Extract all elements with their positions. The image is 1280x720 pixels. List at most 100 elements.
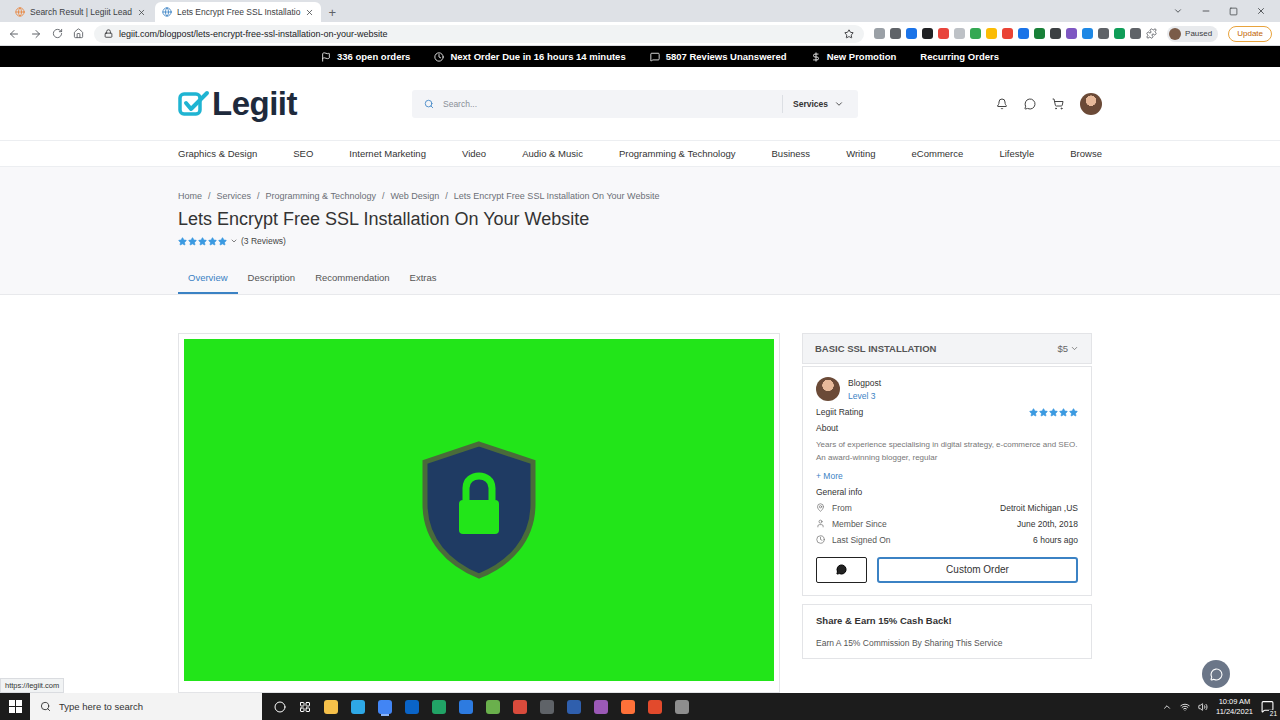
breadcrumb-item[interactable]: Programming & Technology [266, 191, 376, 201]
services-select[interactable]: Services [782, 95, 858, 113]
category-item[interactable]: eCommerce [912, 148, 964, 159]
extension-icon[interactable] [1050, 28, 1061, 39]
category-item[interactable]: Video [462, 148, 486, 159]
minimize-icon[interactable] [1201, 6, 1211, 16]
logo[interactable]: Legiit [178, 85, 412, 123]
category-item[interactable]: Audio & Music [522, 148, 583, 159]
address-bar[interactable]: legiit.com/blogpost/lets-encrypt-free-ss… [94, 25, 864, 43]
extension-icon[interactable] [922, 28, 933, 39]
browser-tab[interactable]: Search Result | Legiit Lead [8, 2, 153, 22]
category-item[interactable]: Browse [1070, 148, 1102, 159]
top-bar-item[interactable]: 336 open orders [321, 51, 410, 62]
reload-icon[interactable] [52, 28, 63, 39]
extension-icon[interactable] [1018, 28, 1029, 39]
puzzle-icon[interactable] [1146, 28, 1157, 39]
user-avatar[interactable] [1080, 93, 1102, 115]
bookmark-icon[interactable] [844, 29, 854, 39]
service-tab[interactable]: Description [238, 266, 306, 294]
category-item[interactable]: Lifestyle [999, 148, 1034, 159]
extension-icon[interactable] [1002, 28, 1013, 39]
extension-icon[interactable] [1130, 28, 1141, 39]
extension-icon[interactable] [890, 28, 901, 39]
bell-icon[interactable] [996, 98, 1008, 110]
chat-icon[interactable] [1024, 98, 1036, 110]
custom-order-button[interactable]: Custom Order [877, 557, 1078, 583]
service-tab[interactable]: Overview [178, 266, 238, 294]
extension-icon[interactable] [938, 28, 949, 39]
taskbar-app-icon[interactable] [648, 700, 662, 714]
category-item[interactable]: Graphics & Design [178, 148, 257, 159]
clock[interactable]: 10:09 AM11/24/2021 [1216, 697, 1253, 716]
star-icon [198, 237, 207, 246]
category-item[interactable]: Writing [846, 148, 875, 159]
breadcrumb-item[interactable]: Services [217, 191, 252, 201]
category-item[interactable]: Internet Marketing [349, 148, 426, 159]
extension-icon[interactable] [1098, 28, 1109, 39]
cart-icon[interactable] [1052, 98, 1064, 110]
start-button[interactable] [0, 700, 30, 713]
seller-avatar[interactable] [816, 377, 840, 401]
seller-name[interactable]: Blogpost [848, 378, 881, 388]
extension-icon[interactable] [1082, 28, 1093, 39]
top-bar-item[interactable]: Recurring Orders [920, 51, 999, 62]
taskbar-app-icon[interactable] [675, 700, 689, 714]
more-link[interactable]: + More [816, 471, 1078, 481]
network-icon[interactable] [1180, 702, 1190, 712]
extension-icon[interactable] [954, 28, 965, 39]
taskbar-search[interactable]: Type here to search [30, 693, 262, 720]
taskbar-app-icon[interactable] [594, 700, 608, 714]
chat-bubble[interactable] [1202, 660, 1230, 688]
top-bar-item[interactable]: New Promotion [811, 51, 897, 62]
taskbar-app-icon[interactable] [432, 700, 446, 714]
taskbar-app-icon[interactable] [378, 700, 392, 714]
cortana-icon[interactable] [274, 701, 286, 713]
profile-button[interactable]: Paused [1167, 26, 1218, 42]
extension-icon[interactable] [1034, 28, 1045, 39]
taskbar-app-icon[interactable] [567, 700, 581, 714]
package-header[interactable]: BASIC SSL INSTALLATION$5 [802, 333, 1092, 364]
breadcrumb-item[interactable]: Home [178, 191, 202, 201]
taskbar-app-icon[interactable] [540, 700, 554, 714]
home-icon[interactable] [73, 28, 84, 39]
chevron-up-icon[interactable] [1162, 702, 1172, 712]
taskbar-app-icon[interactable] [324, 700, 338, 714]
taskbar-app-icon[interactable] [621, 700, 635, 714]
extension-icon[interactable] [1114, 28, 1125, 39]
update-button[interactable]: Update [1228, 26, 1272, 42]
extension-icon[interactable] [906, 28, 917, 39]
taskbar-app-icon[interactable] [459, 700, 473, 714]
volume-icon[interactable] [1198, 702, 1208, 712]
browser-tab[interactable]: Lets Encrypt Free SSL Installatio [155, 2, 321, 22]
close-window-icon[interactable] [1256, 6, 1266, 16]
close-icon[interactable] [305, 8, 314, 17]
breadcrumb-item[interactable]: Lets Encrypt Free SSL Installation On Yo… [454, 191, 660, 201]
chevron-down-icon[interactable] [230, 237, 238, 245]
category-item[interactable]: SEO [293, 148, 313, 159]
chat-button[interactable] [816, 557, 867, 583]
taskbar-app-icon[interactable] [405, 700, 419, 714]
top-bar-item[interactable]: Next Order Due in 16 hours 14 minutes [434, 51, 625, 62]
top-bar-item[interactable]: 5807 Reviews Unanswered [650, 51, 787, 62]
back-icon[interactable] [8, 28, 20, 40]
breadcrumb-item[interactable]: Web Design [390, 191, 439, 201]
extension-icon[interactable] [1066, 28, 1077, 39]
new-tab-button[interactable]: + [323, 2, 341, 22]
forward-icon[interactable] [30, 28, 42, 40]
service-tab[interactable]: Recommendation [305, 266, 399, 294]
taskbar-app-icon[interactable] [351, 700, 365, 714]
review-count[interactable]: (3 Reviews) [241, 236, 286, 246]
close-icon[interactable] [137, 8, 146, 17]
search-field[interactable]: Search... [412, 99, 782, 109]
tab-search-icon[interactable] [1173, 6, 1183, 16]
category-item[interactable]: Programming & Technology [619, 148, 736, 159]
task-view-icon[interactable] [299, 701, 311, 713]
category-item[interactable]: Business [772, 148, 811, 159]
service-tab[interactable]: Extras [400, 266, 447, 294]
extension-icon[interactable] [874, 28, 885, 39]
notification-button[interactable]: 21 [1261, 700, 1274, 713]
taskbar-app-icon[interactable] [486, 700, 500, 714]
taskbar-app-icon[interactable] [513, 700, 527, 714]
extension-icon[interactable] [970, 28, 981, 39]
extension-icon[interactable] [986, 28, 997, 39]
maximize-icon[interactable] [1229, 7, 1238, 16]
